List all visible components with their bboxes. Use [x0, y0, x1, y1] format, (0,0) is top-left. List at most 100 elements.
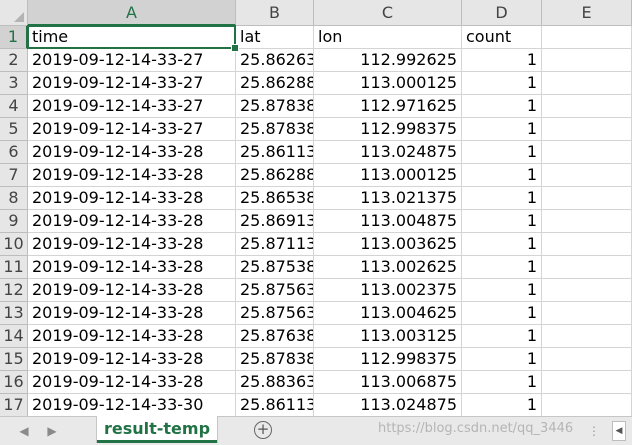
cell-a4[interactable]: 2019-09-12-14-33-27 [28, 95, 236, 118]
cell-e2[interactable] [542, 49, 632, 72]
next-sheet-icon[interactable]: ▶ [44, 423, 60, 439]
cell-d13[interactable]: 1 [462, 302, 542, 325]
cell-c5[interactable]: 112.998375 [314, 118, 462, 141]
cell-c11[interactable]: 113.002625 [314, 256, 462, 279]
cell-d9[interactable]: 1 [462, 210, 542, 233]
row-header-2[interactable]: 2 [0, 49, 28, 72]
cell-b8[interactable]: 25.86538 [236, 187, 314, 210]
row-header-9[interactable]: 9 [0, 210, 28, 233]
cell-b4[interactable]: 25.87838 [236, 95, 314, 118]
cell-b15[interactable]: 25.87838 [236, 348, 314, 371]
cell-b9[interactable]: 25.86913 [236, 210, 314, 233]
cell-a14[interactable]: 2019-09-12-14-33-28 [28, 325, 236, 348]
cell-d14[interactable]: 1 [462, 325, 542, 348]
cell-c14[interactable]: 113.003125 [314, 325, 462, 348]
row-header-5[interactable]: 5 [0, 118, 28, 141]
row-header-4[interactable]: 4 [0, 95, 28, 118]
cell-b11[interactable]: 25.87538 [236, 256, 314, 279]
cell-d3[interactable]: 1 [462, 72, 542, 95]
cell-c2[interactable]: 112.992625 [314, 49, 462, 72]
cell-b14[interactable]: 25.87638 [236, 325, 314, 348]
cell-a17[interactable]: 2019-09-12-14-33-30 [28, 394, 236, 416]
row-header-17[interactable]: 17 [0, 394, 28, 416]
column-header-b[interactable]: B [236, 0, 314, 26]
previous-sheet-icon[interactable]: ◀ [16, 423, 32, 439]
cell-c3[interactable]: 113.000125 [314, 72, 462, 95]
cell-e7[interactable] [542, 164, 632, 187]
row-header-7[interactable]: 7 [0, 164, 28, 187]
cell-b10[interactable]: 25.87113 [236, 233, 314, 256]
cell-d17[interactable]: 1 [462, 394, 542, 416]
column-header-a[interactable]: A [28, 0, 236, 26]
cell-e16[interactable] [542, 371, 632, 394]
cell-a11[interactable]: 2019-09-12-14-33-28 [28, 256, 236, 279]
cell-e14[interactable] [542, 325, 632, 348]
column-header-e[interactable]: E [542, 0, 632, 26]
cell-b6[interactable]: 25.86113 [236, 141, 314, 164]
cell-d16[interactable]: 1 [462, 371, 542, 394]
cell-c13[interactable]: 113.004625 [314, 302, 462, 325]
cell-e9[interactable] [542, 210, 632, 233]
cell-a5[interactable]: 2019-09-12-14-33-27 [28, 118, 236, 141]
row-header-12[interactable]: 12 [0, 279, 28, 302]
cell-d10[interactable]: 1 [462, 233, 542, 256]
cell-a15[interactable]: 2019-09-12-14-33-28 [28, 348, 236, 371]
cell-c8[interactable]: 113.021375 [314, 187, 462, 210]
cell-d4[interactable]: 1 [462, 95, 542, 118]
cell-c17[interactable]: 113.024875 [314, 394, 462, 416]
cell-a6[interactable]: 2019-09-12-14-33-28 [28, 141, 236, 164]
cell-a13[interactable]: 2019-09-12-14-33-28 [28, 302, 236, 325]
row-header-14[interactable]: 14 [0, 325, 28, 348]
cell-d11[interactable]: 1 [462, 256, 542, 279]
cell-e8[interactable] [542, 187, 632, 210]
row-header-1[interactable]: 1 [0, 26, 28, 49]
cell-a7[interactable]: 2019-09-12-14-33-28 [28, 164, 236, 187]
cell-c9[interactable]: 113.004875 [314, 210, 462, 233]
sheet-tab-result-temp[interactable]: result-temp [97, 416, 217, 443]
cell-b1[interactable]: lat [236, 26, 314, 49]
cell-d15[interactable]: 1 [462, 348, 542, 371]
cell-c6[interactable]: 113.024875 [314, 141, 462, 164]
column-header-d[interactable]: D [462, 0, 542, 26]
row-header-15[interactable]: 15 [0, 348, 28, 371]
cell-d12[interactable]: 1 [462, 279, 542, 302]
cell-e3[interactable] [542, 72, 632, 95]
cell-b17[interactable]: 25.86113 [236, 394, 314, 416]
row-header-16[interactable]: 16 [0, 371, 28, 394]
cell-d1[interactable]: count [462, 26, 542, 49]
column-header-c[interactable]: C [314, 0, 462, 26]
row-header-6[interactable]: 6 [0, 141, 28, 164]
cell-a12[interactable]: 2019-09-12-14-33-28 [28, 279, 236, 302]
cell-e15[interactable] [542, 348, 632, 371]
select-all-button[interactable] [0, 0, 28, 26]
cell-a16[interactable]: 2019-09-12-14-33-28 [28, 371, 236, 394]
scroll-left-icon[interactable]: ◀ [612, 421, 626, 441]
cell-d5[interactable]: 1 [462, 118, 542, 141]
cell-e13[interactable] [542, 302, 632, 325]
cell-e5[interactable] [542, 118, 632, 141]
row-header-13[interactable]: 13 [0, 302, 28, 325]
cell-a3[interactable]: 2019-09-12-14-33-27 [28, 72, 236, 95]
row-header-3[interactable]: 3 [0, 72, 28, 95]
cell-e10[interactable] [542, 233, 632, 256]
cell-e17[interactable] [542, 394, 632, 416]
cell-b2[interactable]: 25.86263 [236, 49, 314, 72]
cell-c4[interactable]: 112.971625 [314, 95, 462, 118]
cell-a1[interactable]: time [28, 26, 236, 49]
cell-d7[interactable]: 1 [462, 164, 542, 187]
cell-c10[interactable]: 113.003625 [314, 233, 462, 256]
cell-c7[interactable]: 113.000125 [314, 164, 462, 187]
cell-b5[interactable]: 25.87838 [236, 118, 314, 141]
cell-c16[interactable]: 113.006875 [314, 371, 462, 394]
tab-splitter-icon[interactable]: ⋮ [588, 421, 600, 441]
cell-b13[interactable]: 25.87563 [236, 302, 314, 325]
cell-b12[interactable]: 25.87563 [236, 279, 314, 302]
cell-a10[interactable]: 2019-09-12-14-33-28 [28, 233, 236, 256]
cell-b16[interactable]: 25.88363 [236, 371, 314, 394]
cell-c1[interactable]: lon [314, 26, 462, 49]
add-sheet-icon[interactable]: + [254, 421, 272, 439]
cell-c15[interactable]: 112.998375 [314, 348, 462, 371]
cell-e4[interactable] [542, 95, 632, 118]
cell-d8[interactable]: 1 [462, 187, 542, 210]
cell-a8[interactable]: 2019-09-12-14-33-28 [28, 187, 236, 210]
